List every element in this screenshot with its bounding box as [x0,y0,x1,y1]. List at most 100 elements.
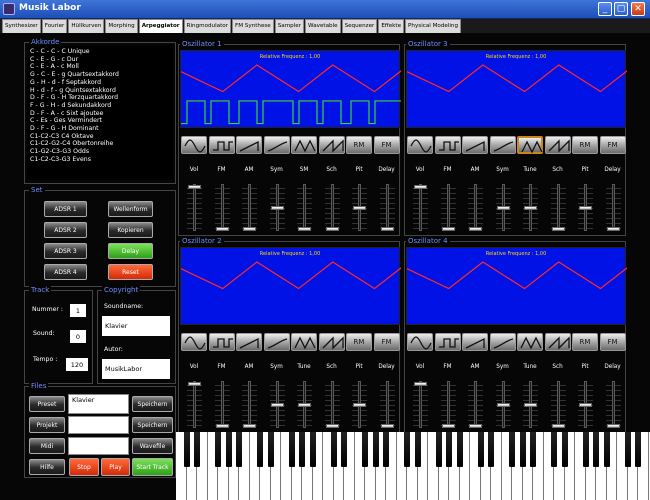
slider-am[interactable] [242,184,257,231]
square-wave-button[interactable] [434,136,461,154]
slider-delay[interactable] [379,184,395,231]
slider-vol[interactable] [187,381,202,428]
sine-wave-button[interactable] [407,136,433,154]
slider-sch[interactable] [324,184,340,231]
chord-item[interactable]: C1-C2-G2-C4 Obertonreihe [30,140,119,148]
save-project-button[interactable]: Speichern [132,417,173,433]
slider-sym[interactable] [269,381,285,428]
tab-fm-synthese[interactable]: FM Synthese [231,19,274,33]
slider-vol[interactable] [413,184,428,231]
fm-button[interactable]: FM [599,333,626,351]
piano-black-key[interactable] [362,432,368,467]
sawtooth-wave-button[interactable] [544,333,571,351]
piano-black-key[interactable] [309,432,316,467]
slider-sch[interactable] [550,184,566,231]
delay-button[interactable]: Delay [108,243,153,259]
slider-tune[interactable] [523,381,538,428]
triangle-wave-button[interactable] [291,333,317,351]
sine-wave-button[interactable] [181,136,207,154]
adsr3-button[interactable]: ADSR 3 [44,243,87,259]
slider-pit[interactable] [578,184,593,231]
start-track-button[interactable]: Start Track [132,458,173,476]
reset-button[interactable]: Reset [108,264,153,280]
preset-field[interactable]: Klavier [68,394,129,414]
slider-knob[interactable] [325,424,339,428]
tab-morphing[interactable]: Morphing [105,19,138,33]
piano-black-key[interactable] [288,432,295,467]
slider-knob[interactable] [325,227,339,231]
slider-pit[interactable] [352,381,367,428]
slider-delay[interactable] [605,184,621,231]
rm-button[interactable]: RM [572,136,598,154]
tab-hüllkurven[interactable]: Hüllkurven [68,19,105,33]
chord-item[interactable]: G - C - E - g Quartsextakkord [30,71,119,79]
piano-black-key[interactable] [530,432,536,467]
chord-item[interactable]: C - Es - Ges Vermindert [30,117,119,125]
sawtooth-wave-button[interactable] [318,136,345,154]
rm-button[interactable]: RM [346,333,372,351]
sine-wave-button[interactable] [407,333,433,351]
slider-sch[interactable] [550,381,566,428]
chord-item[interactable]: C1-G2-C3-G3 Odds [30,148,119,156]
piano-black-key[interactable] [267,432,274,467]
sawtooth-wave-button[interactable] [318,333,345,351]
slider-knob[interactable] [243,424,256,428]
wavefile-button[interactable]: Wavefile [132,438,173,454]
sawtooth-wave-button[interactable] [544,136,571,154]
smooth-ramp-button[interactable] [489,136,516,154]
piano-black-key[interactable] [225,432,232,467]
triangle-wave-button[interactable] [517,136,543,154]
slider-fm[interactable] [214,184,230,231]
slider-knob[interactable] [353,205,366,210]
stop-button[interactable]: Stop [69,458,99,476]
piano-black-key[interactable] [593,432,599,467]
slider-knob[interactable] [524,205,537,210]
nummer-field[interactable]: 1 [70,304,86,317]
slider-knob[interactable] [606,227,620,231]
slider-tune[interactable] [523,184,538,231]
slider-knob[interactable] [380,424,394,428]
tab-physical-modeling[interactable]: Physical Modeling [405,19,462,33]
slider-delay[interactable] [605,381,621,428]
tab-sequenzer[interactable]: Sequenzer [341,19,378,33]
piano-black-key[interactable] [299,432,305,467]
rm-button[interactable]: RM [572,333,598,351]
chord-item[interactable]: D - F - G - H Terzquartakkord [30,94,119,102]
kopieren-button[interactable]: Kopieren [108,222,153,238]
slider-knob[interactable] [215,424,229,428]
slider-tune[interactable] [297,381,312,428]
chord-item[interactable]: D - F - G - H Dominant [30,125,119,133]
sine-wave-button[interactable] [181,333,207,351]
slider-knob[interactable] [551,227,565,231]
piano-black-key[interactable] [414,432,421,467]
slider-knob[interactable] [414,382,427,387]
projekt-field[interactable] [68,416,129,434]
slider-knob[interactable] [353,402,366,407]
slider-sch[interactable] [324,381,340,428]
tab-sampler[interactable]: Sampler [274,19,305,33]
tab-effekte[interactable]: Effekte [378,19,405,33]
adsr2-button[interactable]: ADSR 2 [44,222,87,238]
chords-list-box[interactable]: C - C - C - C Unique C - E - G - c Dur C -… [27,45,173,180]
piano-black-key[interactable] [519,432,526,467]
slider-knob[interactable] [414,185,427,190]
soundname-field[interactable]: Klavier [102,316,170,336]
smooth-ramp-button[interactable] [263,136,290,154]
slider-knob[interactable] [524,402,537,407]
piano-black-key[interactable] [435,432,442,467]
tempo-field[interactable]: 120 [66,358,88,371]
ramp-wave-button[interactable] [462,136,488,154]
slider-sym[interactable] [269,184,285,231]
slider-fm[interactable] [440,184,456,231]
chord-item[interactable]: F - G - H - d Sekundakkord [30,102,119,110]
slider-am[interactable] [468,184,483,231]
chord-item[interactable]: C - C - C - C Unique [30,48,119,56]
tab-fourier[interactable]: Fourier [41,19,68,33]
chord-item[interactable]: C - E - A - c Moll [30,63,119,71]
chord-item[interactable]: G - H - d - f Septakkord [30,79,119,87]
piano-black-key[interactable] [488,432,494,467]
piano-black-key[interactable] [404,432,410,467]
piano-black-key[interactable] [236,432,242,467]
chord-item[interactable]: C1-C2-C3 C4 Oktave [30,133,119,141]
slider-knob[interactable] [215,227,229,231]
